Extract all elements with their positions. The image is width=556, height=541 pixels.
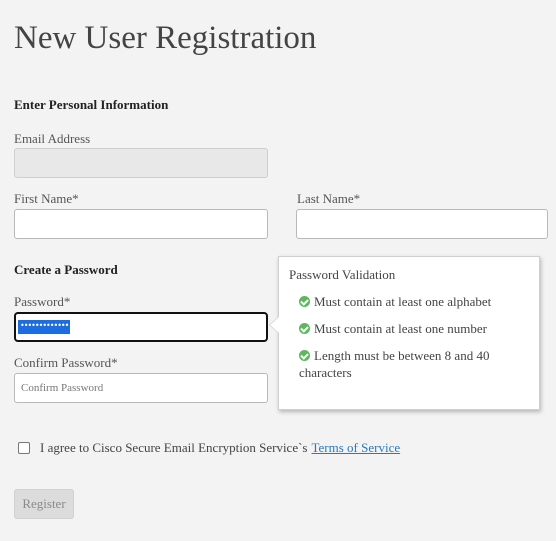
personal-info-heading: Enter Personal Information <box>14 97 169 112</box>
register-button[interactable]: Register <box>14 489 74 519</box>
rule-text: Must contain at least one alphabet <box>314 294 492 309</box>
password-validation-tooltip: Password Validation Must contain at leas… <box>270 256 540 410</box>
validation-rule-number: Must contain at least one number <box>289 320 529 337</box>
terms-of-service-link[interactable]: Terms of Service <box>312 440 401 456</box>
validation-rule-alphabet: Must contain at least one alphabet <box>289 293 529 310</box>
validation-rule-length: Length must be between 8 and 40 characte… <box>289 347 529 381</box>
terms-text: I agree to Cisco Secure Email Encryption… <box>40 440 308 455</box>
password-heading: Create a Password <box>14 262 118 277</box>
email-label: Email Address <box>14 131 91 146</box>
confirm-password-label: Confirm Password* <box>14 355 118 370</box>
validation-title: Password Validation <box>289 267 396 282</box>
check-circle-icon <box>299 296 310 307</box>
email-field[interactable] <box>14 148 268 178</box>
password-value: ••••••••••••• <box>18 320 71 334</box>
rule-text: Must contain at least one number <box>314 321 487 336</box>
rule-text: Length must be between 8 and 40 characte… <box>299 348 490 380</box>
last-name-field[interactable] <box>296 209 548 239</box>
confirm-password-field[interactable]: Confirm Password <box>14 373 268 403</box>
first-name-field[interactable] <box>14 209 268 239</box>
terms-checkbox[interactable] <box>18 442 30 454</box>
page-title: New User Registration <box>14 20 317 56</box>
password-field[interactable]: ••••••••••••• <box>14 312 268 342</box>
last-name-label: Last Name* <box>297 191 361 206</box>
confirm-password-placeholder: Confirm Password <box>21 382 104 394</box>
check-circle-icon <box>299 350 310 361</box>
tooltip-arrow <box>270 317 279 333</box>
terms-agreement: I agree to Cisco Secure Email Encryption… <box>18 440 400 456</box>
password-label: Password* <box>14 294 71 309</box>
first-name-label: First Name* <box>14 191 79 206</box>
check-circle-icon <box>299 323 310 334</box>
